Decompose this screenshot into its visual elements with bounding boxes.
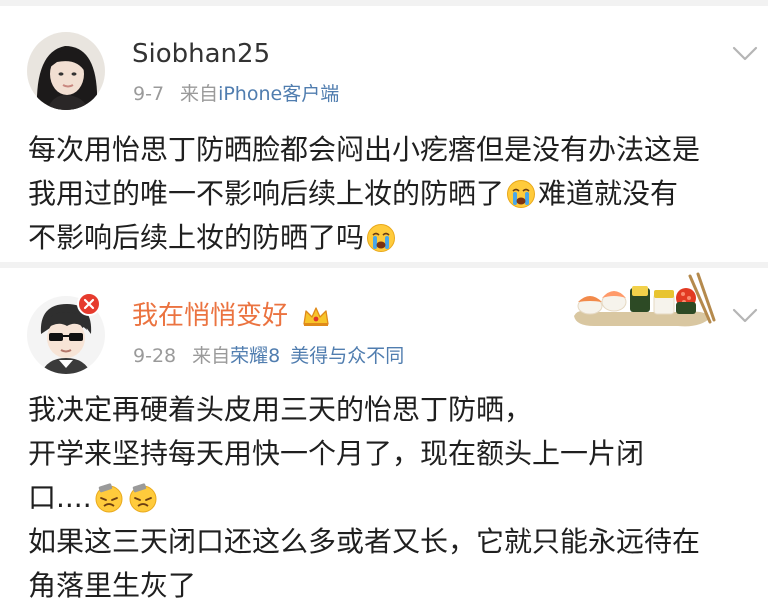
post-date: 9-28 xyxy=(133,345,177,367)
weibo-comment-list: Siobhan25 9-7 来自iPhone客户端 每次用怡思丁防晒脸都会闷出小疙… xyxy=(0,0,768,610)
source-slogan[interactable]: 美得与众不同 xyxy=(290,345,404,367)
post-meta: 9-7 来自iPhone客户端 xyxy=(133,82,339,106)
comment-card: 我在悄悄变好 9-28 来自荣耀8 美得与众不同 我决定再硬着头皮用三天的怡思丁… xyxy=(0,268,768,610)
content-line: 角落里生灰了 xyxy=(28,569,197,602)
content-line: 开学来坚持每天用快一个月了，现在额头上一片闭 xyxy=(28,437,645,470)
content-text: 口.... xyxy=(28,481,92,514)
user-avatar[interactable] xyxy=(27,32,105,110)
content-text: 难道就没有 xyxy=(538,177,679,210)
content-line: 口.... xyxy=(28,476,758,520)
vip-badge-icon xyxy=(77,292,101,316)
crying-face-emoji xyxy=(507,180,536,208)
post-content: 我决定再硬着头皮用三天的怡思丁防晒， 开学来坚持每天用快一个月了，现在额头上一片… xyxy=(28,388,758,608)
content-line: 每次用怡思丁防晒脸都会闷出小疙瘩但是没有办法这是 xyxy=(28,133,701,166)
chevron-down-icon[interactable] xyxy=(732,308,758,324)
content-text: 不影响后续上妆的防晒了吗 xyxy=(28,221,365,254)
comment-card: Siobhan25 9-7 来自iPhone客户端 每次用怡思丁防晒脸都会闷出小疙… xyxy=(0,6,768,262)
source-prefix: 来自 xyxy=(192,345,231,367)
post-content: 每次用怡思丁防晒脸都会闷出小疙瘩但是没有办法这是 我用过的唯一不影响后续上妆的防… xyxy=(28,128,758,260)
chevron-down-icon[interactable] xyxy=(732,46,758,62)
source-prefix: 来自 xyxy=(180,83,219,105)
username[interactable]: 我在悄悄变好 xyxy=(132,301,288,331)
content-line: 不影响后续上妆的防晒了吗 xyxy=(28,216,758,260)
username[interactable]: Siobhan25 xyxy=(132,39,270,69)
crown-icon xyxy=(303,307,329,326)
content-line: 如果这三天闭口还这么多或者又长，它就只能永远待在 xyxy=(28,525,701,558)
content-text: 我用过的唯一不影响后续上妆的防晒了 xyxy=(28,177,505,210)
sweating-face-emoji xyxy=(95,483,123,513)
source-link[interactable]: iPhone客户端 xyxy=(218,83,339,105)
sushi-card-decoration xyxy=(574,272,716,327)
avatar-photo-icon xyxy=(27,32,105,110)
content-line: 我用过的唯一不影响后续上妆的防晒了 难道就没有 xyxy=(28,172,758,216)
post-meta: 9-28 来自荣耀8 美得与众不同 xyxy=(133,344,404,368)
post-date: 9-7 xyxy=(133,83,165,105)
badge-cross-icon xyxy=(83,298,95,310)
source-link[interactable]: 荣耀8 xyxy=(230,345,280,367)
sweating-face-emoji xyxy=(129,483,157,513)
crying-face-emoji xyxy=(367,224,396,252)
content-line: 我决定再硬着头皮用三天的怡思丁防晒， xyxy=(28,393,533,426)
